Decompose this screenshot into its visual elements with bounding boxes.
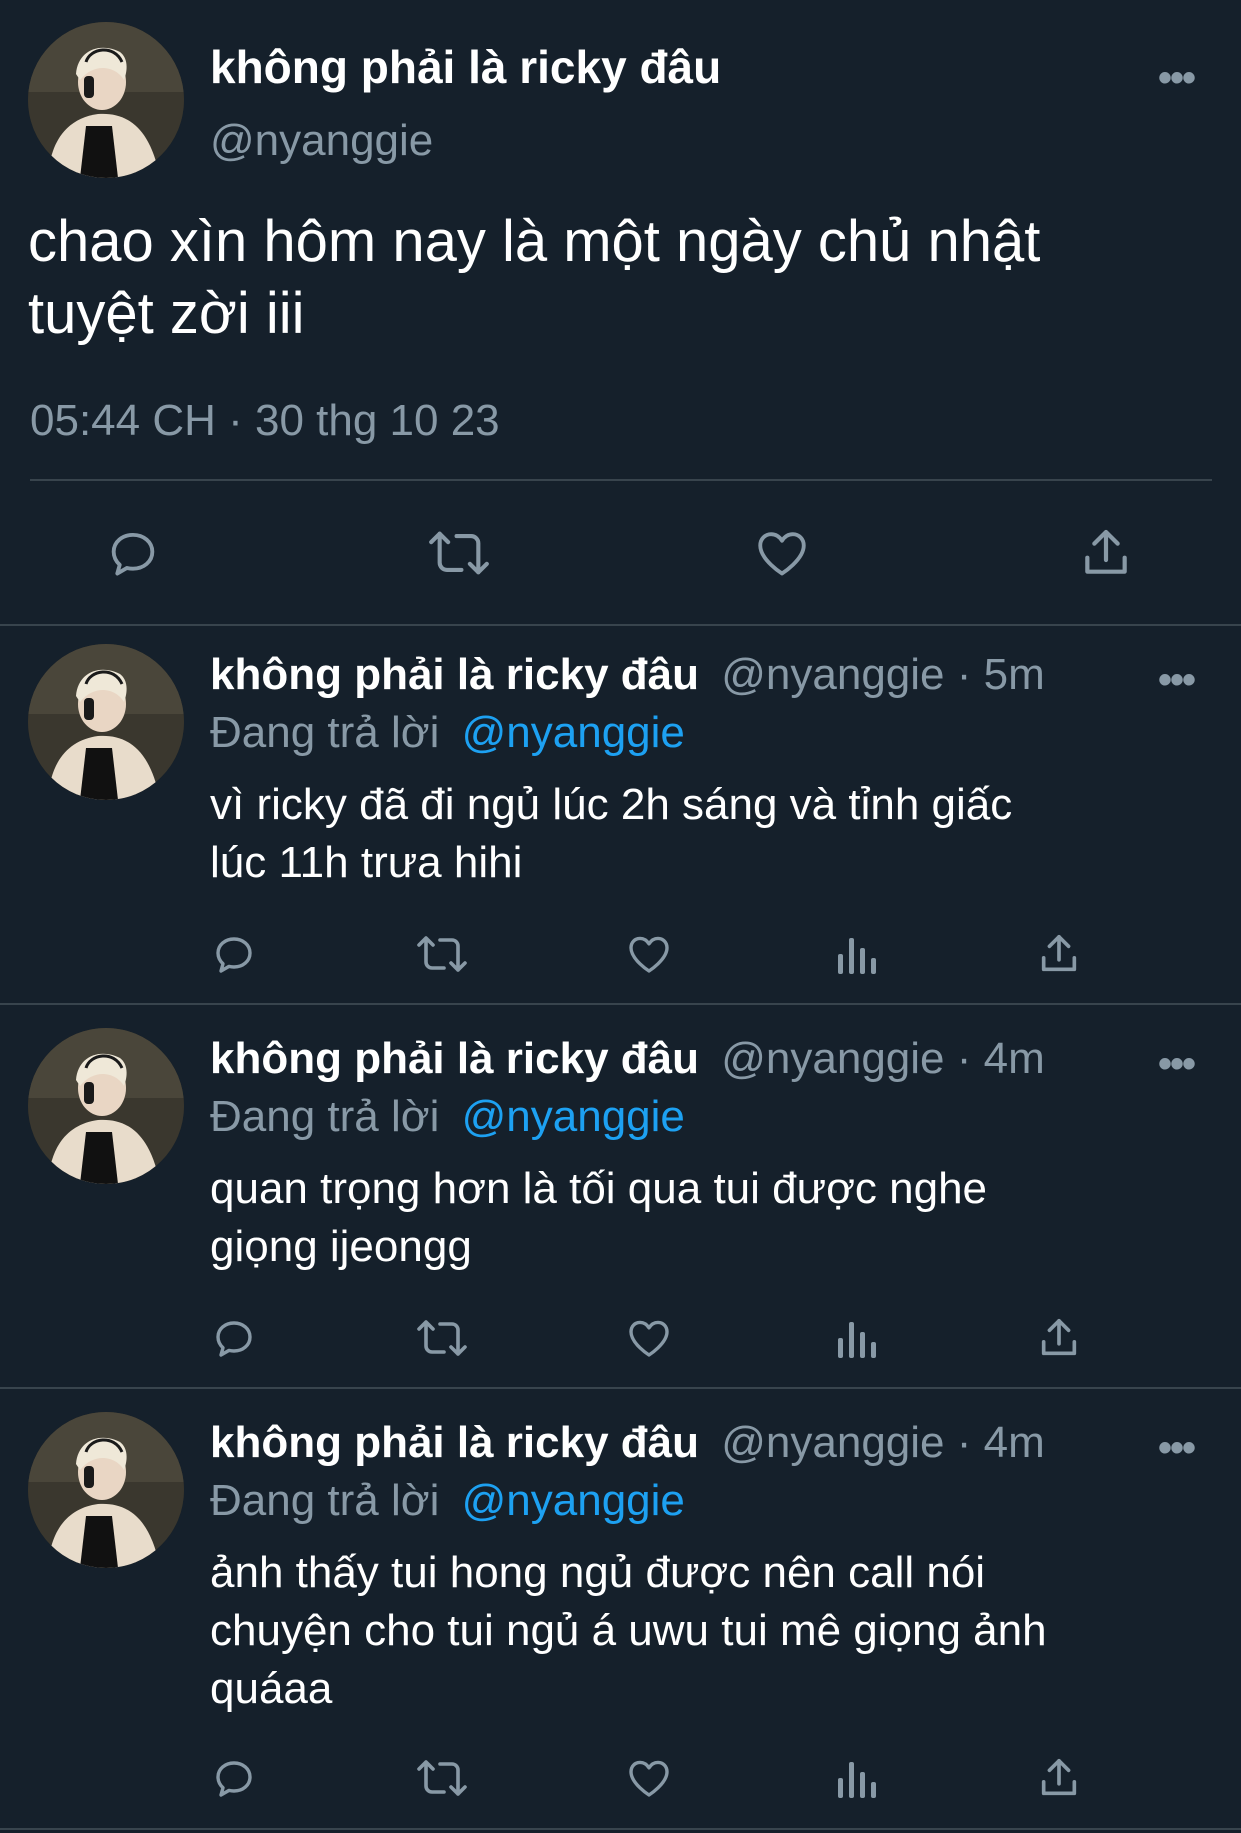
reply-text-line: ảnh thấy tui hong ngủ được nên call nói — [210, 1548, 986, 1597]
divider — [0, 1828, 1241, 1830]
more-options-icon[interactable]: ••• — [1158, 58, 1196, 98]
display-name[interactable]: không phải là ricky đâu — [210, 1034, 699, 1083]
reply-text-line: quáaa — [210, 1664, 333, 1713]
user-handle[interactable]: @nyanggie — [210, 116, 433, 166]
avatar[interactable] — [28, 1412, 184, 1568]
divider — [0, 1003, 1241, 1005]
share-icon[interactable] — [1036, 1314, 1082, 1362]
replying-to-prefix: Đang trả lời — [210, 708, 440, 757]
retweet-icon[interactable] — [414, 1754, 470, 1802]
reply-text: quan trọng hơn là tối qua tui được nghe … — [210, 1160, 987, 1276]
analytics-icon[interactable] — [834, 1314, 878, 1362]
avatar-image — [28, 1028, 184, 1184]
like-icon[interactable] — [624, 1314, 674, 1362]
reply-text-line: giọng ijeongg — [210, 1222, 472, 1271]
reply-header: không phải là ricky đâu @nyanggie · 4m — [210, 1418, 1045, 1468]
more-options-icon[interactable]: ••• — [1158, 1044, 1196, 1084]
user-handle-time[interactable]: @nyanggie · 4m — [721, 1418, 1045, 1467]
replying-to: Đang trả lời @nyanggie — [210, 1092, 685, 1142]
avatar[interactable] — [28, 22, 184, 178]
divider — [0, 624, 1241, 626]
reply-text-line: vì ricky đã đi ngủ lúc 2h sáng và tỉnh g… — [210, 780, 1013, 829]
user-handle-time[interactable]: @nyanggie · 4m — [721, 1034, 1045, 1083]
share-icon[interactable] — [1036, 930, 1082, 978]
avatar-image — [28, 1412, 184, 1568]
user-handle-time[interactable]: @nyanggie · 5m — [721, 650, 1045, 699]
replying-to-prefix: Đang trả lời — [210, 1092, 440, 1141]
mention-link[interactable]: @nyanggie — [462, 1476, 685, 1525]
reply-text-line: lúc 11h trưa hihi — [210, 838, 523, 887]
reply-icon[interactable] — [210, 1314, 258, 1362]
tweet-text: chao xìn hôm nay là một ngày chủ nhật tu… — [28, 206, 1040, 350]
analytics-icon[interactable] — [834, 930, 878, 978]
reply-text-line: chuyện cho tui ngủ á uwu tui mê giọng ản… — [210, 1606, 1047, 1655]
analytics-icon[interactable] — [834, 1754, 878, 1802]
reply-text-line: quan trọng hơn là tối qua tui được nghe — [210, 1164, 988, 1213]
share-icon[interactable] — [1078, 524, 1134, 582]
avatar[interactable] — [28, 644, 184, 800]
share-icon[interactable] — [1036, 1754, 1082, 1802]
like-icon[interactable] — [624, 1754, 674, 1802]
tweet-text-line: tuyệt zời iii — [28, 281, 305, 346]
retweet-icon[interactable] — [414, 1314, 470, 1362]
reply-icon[interactable] — [210, 930, 258, 978]
reply-icon[interactable] — [104, 524, 162, 582]
mention-link[interactable]: @nyanggie — [462, 708, 685, 757]
avatar-image — [28, 22, 184, 178]
mention-link[interactable]: @nyanggie — [462, 1092, 685, 1141]
display-name[interactable]: không phải là ricky đâu — [210, 1418, 699, 1467]
like-icon[interactable] — [624, 930, 674, 978]
reply-icon[interactable] — [210, 1754, 258, 1802]
reply-header: không phải là ricky đâu @nyanggie · 5m — [210, 650, 1045, 700]
retweet-icon[interactable] — [424, 524, 494, 582]
display-name[interactable]: không phải là ricky đâu — [210, 40, 721, 94]
retweet-icon[interactable] — [414, 930, 470, 978]
more-options-icon[interactable]: ••• — [1158, 1428, 1196, 1468]
avatar-image — [28, 644, 184, 800]
like-icon[interactable] — [752, 524, 812, 582]
reply-header: không phải là ricky đâu @nyanggie · 4m — [210, 1034, 1045, 1084]
display-name[interactable]: không phải là ricky đâu — [210, 650, 699, 699]
avatar[interactable] — [28, 1028, 184, 1184]
replying-to-prefix: Đang trả lời — [210, 1476, 440, 1525]
replying-to: Đang trả lời @nyanggie — [210, 708, 685, 758]
reply-text: ảnh thấy tui hong ngủ được nên call nói … — [210, 1544, 1047, 1718]
replying-to: Đang trả lời @nyanggie — [210, 1476, 685, 1526]
more-options-icon[interactable]: ••• — [1158, 660, 1196, 700]
reply-text: vì ricky đã đi ngủ lúc 2h sáng và tỉnh g… — [210, 776, 1012, 892]
tweet-text-line: chao xìn hôm nay là một ngày chủ nhật — [28, 209, 1041, 274]
tweet-timestamp[interactable]: 05:44 CH · 30 thg 10 23 — [30, 396, 500, 446]
divider — [0, 1387, 1241, 1389]
divider — [30, 479, 1212, 481]
